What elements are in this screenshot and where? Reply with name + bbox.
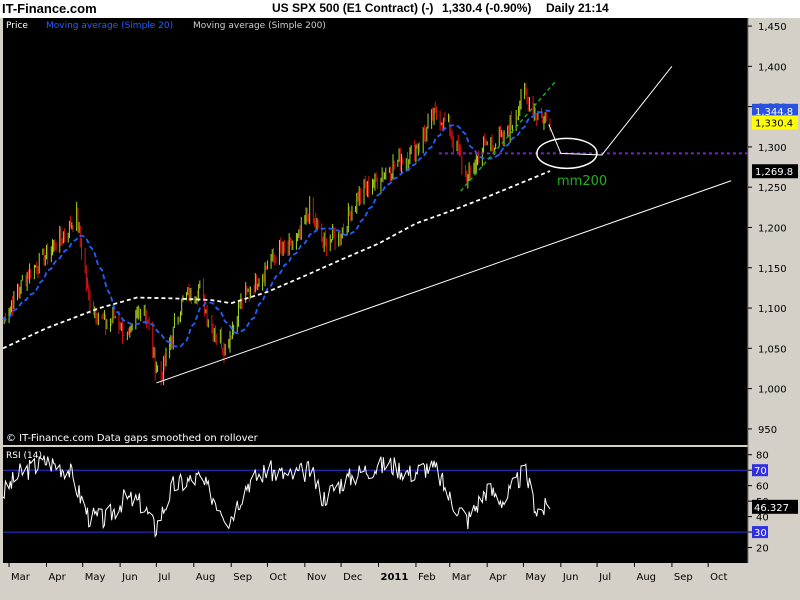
rsi-y-tick-label: 40 (756, 513, 769, 524)
x-tick-label: Jul (157, 572, 170, 583)
x-tick-label: Jun (562, 572, 579, 583)
price-y-tick-label: 1,000 (758, 385, 787, 396)
price-y-tick-label: 1,250 (758, 183, 787, 194)
x-tick-label: Feb (418, 572, 436, 583)
x-tick-label: Oct (710, 572, 727, 583)
mm200-label: mm200 (557, 174, 607, 189)
price-y-tick-label: 950 (758, 425, 777, 436)
price-y-tick-label: 1,200 (758, 223, 787, 234)
price-panel (3, 18, 748, 445)
x-tick-label: Dec (343, 572, 362, 583)
copyright-note: © IT-Finance.com Data gaps smoothed on r… (6, 433, 259, 444)
x-tick-label: Jun (121, 572, 138, 583)
x-tick-label: Mar (11, 572, 31, 583)
legend-ma200: Moving average (Simple 200) (193, 21, 326, 31)
x-tick-label: 2011 (381, 572, 409, 583)
x-tick-label: Jul (598, 572, 611, 583)
price-y-tick-label: 1,400 (758, 62, 787, 73)
price-and-rsi-chart[interactable]: 1,4501,4001,3501,3001,2501,2001,1501,100… (0, 0, 800, 600)
x-tick-label: Sep (674, 572, 693, 583)
legend-price: Price (6, 21, 28, 31)
rsi-y-tick-label: 70 (754, 466, 767, 477)
x-tick-label: Oct (269, 572, 286, 583)
rsi-y-tick-label: 60 (756, 482, 769, 493)
price-axis-box-label: 1,269.8 (755, 167, 793, 178)
x-tick-label: Apr (48, 572, 66, 583)
rsi-legend: RSI (14) (6, 451, 42, 461)
rsi-panel (3, 447, 748, 563)
price-axis-box-label: 1,330.4 (755, 118, 793, 129)
x-tick-label: May (525, 572, 546, 583)
price-y-tick-label: 1,150 (758, 264, 787, 275)
rsi-y-tick-label: 20 (756, 544, 769, 555)
price-y-tick-label: 1,050 (758, 344, 787, 355)
x-tick-label: Aug (636, 572, 656, 583)
rsi-value-label: 46.327 (754, 503, 789, 514)
price-y-tick-label: 1,450 (758, 22, 787, 33)
rsi-y-tick-label: 30 (754, 528, 767, 539)
x-tick-label: Sep (233, 572, 252, 583)
price-y-tick-label: 1,300 (758, 143, 787, 154)
x-tick-label: Apr (489, 572, 507, 583)
rsi-y-tick-label: 80 (756, 451, 769, 462)
x-tick-label: Aug (196, 572, 216, 583)
x-tick-label: Mar (452, 572, 472, 583)
x-tick-label: Nov (307, 572, 327, 583)
legend-ma20: Moving average (Simple 20) (46, 21, 173, 31)
price-y-tick-label: 1,100 (758, 304, 787, 315)
x-tick-label: May (85, 572, 106, 583)
